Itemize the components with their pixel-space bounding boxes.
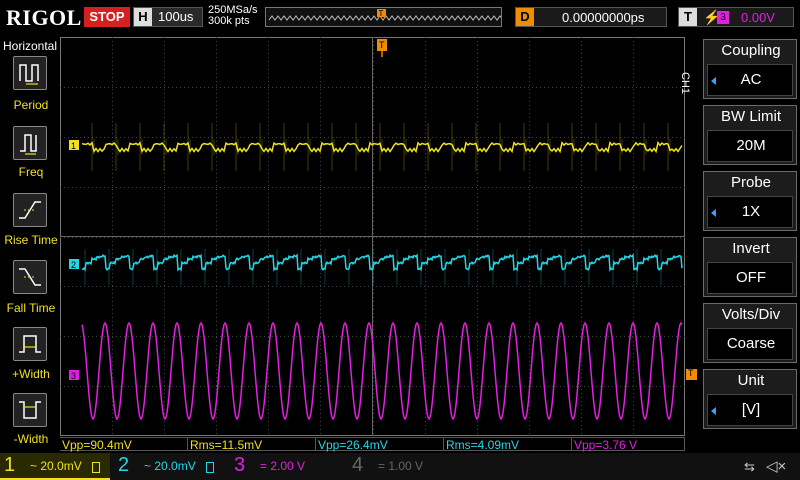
- ch2-status[interactable]: 2 ~ 20.0mV: [114, 453, 224, 480]
- freq-icon: [20, 134, 37, 155]
- ch4-number: 4: [352, 454, 364, 476]
- delay-box[interactable]: D 0.00000000ps: [515, 7, 667, 27]
- pos-width-icon: [19, 335, 41, 353]
- run-stop-indicator[interactable]: STOP: [84, 7, 130, 27]
- timebase-box[interactable]: H 100us: [133, 7, 203, 27]
- freq-label: Freq: [18, 165, 44, 179]
- rise-time-label: Rise Time: [4, 233, 58, 247]
- acquisition-info: 250MSa/s 300k pts: [208, 5, 258, 27]
- timebase-value: 100us: [158, 9, 194, 24]
- rise-time-icon: [19, 201, 41, 219]
- period-button[interactable]: [13, 56, 47, 90]
- ch3-scale: = 2.00 V: [260, 459, 306, 473]
- horizontal-measure-panel: Horizontal Period Freq Rise Time Fall Ti…: [0, 36, 60, 446]
- memory-depth: 300k pts: [208, 15, 250, 27]
- rise-time-button[interactable]: [13, 193, 47, 227]
- ch3-marker-label: 3: [71, 371, 76, 381]
- ch2-number: 2: [118, 454, 130, 476]
- horizontal-badge: H: [134, 8, 152, 26]
- measurement-ch1-vpp[interactable]: Vpp=90.4mV: [60, 437, 188, 452]
- memory-waveform-preview: T: [268, 9, 501, 21]
- neg-width-button[interactable]: [13, 393, 47, 427]
- brand-logo: RIGOL: [6, 5, 82, 30]
- trigger-badge: T: [679, 8, 697, 26]
- delay-value: 0.00000000ps: [562, 10, 645, 25]
- ch3-status[interactable]: 3 = 2.00 V: [230, 453, 340, 480]
- menu-unit[interactable]: Unit [V]: [703, 369, 797, 429]
- ch1-status[interactable]: 1 ~ 20.0mV: [0, 453, 110, 480]
- menu-invert-value: OFF: [736, 269, 766, 286]
- ch1-marker-label: 1: [71, 141, 76, 151]
- menu-unit-value-box: [V]: [707, 394, 793, 426]
- waveforms: [81, 123, 683, 421]
- menu-coupling-value: AC: [740, 71, 762, 88]
- ch1-scale: ~ 20.0mV: [30, 459, 82, 473]
- menu-coupling-title: Coupling: [721, 42, 781, 59]
- fall-time-label: Fall Time: [6, 301, 56, 315]
- pos-width-label: +Width: [12, 367, 50, 381]
- memory-position-strip[interactable]: T: [265, 7, 502, 27]
- menu-probe-value: 1X: [741, 203, 761, 220]
- ch3-number: 3: [234, 454, 246, 476]
- ch2-scale: ~ 20.0mV: [144, 459, 196, 473]
- menu-bw-limit-title: BW Limit: [721, 108, 781, 125]
- ch4-status[interactable]: 4 = 1.00 V: [348, 453, 458, 480]
- sound-muted-icon[interactable]: ◁×: [766, 457, 786, 475]
- trigger-source-badge: 3: [717, 11, 729, 24]
- measurement-ch3-vpp[interactable]: Vpp=3.76 V: [572, 437, 685, 452]
- menu-volts-div-value: Coarse: [726, 335, 776, 352]
- pos-width-button[interactable]: [13, 327, 47, 361]
- waveform-display[interactable]: 1 2 3 T: [60, 37, 685, 436]
- menu-unit-value: [V]: [741, 401, 761, 418]
- trigger-level-value: 0.00V: [741, 10, 775, 25]
- measurement-ch2-rms[interactable]: Rms=4.09mV: [444, 437, 572, 452]
- bw-limit-icon: [206, 462, 214, 473]
- measurement-ch2-vpp[interactable]: Vpp=26.4mV: [316, 437, 444, 452]
- menu-volts-div-title: Volts/Div: [721, 306, 781, 323]
- ch3-waveform: [81, 321, 683, 421]
- menu-volts-div-value-box: Coarse: [707, 328, 793, 360]
- period-icon: [19, 64, 39, 85]
- menu-probe-title: Probe: [730, 174, 772, 191]
- panel-title: Horizontal: [3, 39, 58, 53]
- trigger-box[interactable]: T ⚡ 3 0.00V: [678, 7, 794, 27]
- channel-status-bar: 1 ~ 20.0mV 2 ~ 20.0mV 3 = 2.00 V 4 = 1.0…: [0, 453, 800, 480]
- measurement-ch1-rms[interactable]: Rms=11.5mV: [188, 437, 316, 452]
- menu-bw-limit-value-box: 20M: [707, 130, 793, 162]
- menu-invert[interactable]: Invert OFF: [703, 237, 797, 297]
- top-status-bar: RIGOL STOP H 100us 250MSa/s 300k pts T D…: [0, 0, 800, 36]
- channel-menu: Coupling AC BW Limit 20M Probe 1X Invert…: [689, 37, 800, 436]
- freq-button[interactable]: [13, 126, 47, 160]
- channel-markers: 1 2 3 T: [69, 39, 387, 381]
- menu-volts-div[interactable]: Volts/Div Coarse: [703, 303, 797, 363]
- ch4-scale: = 1.00 V: [378, 459, 424, 473]
- fall-time-icon: [19, 268, 41, 286]
- bw-limit-icon: [92, 462, 100, 473]
- menu-coupling[interactable]: Coupling AC: [703, 39, 797, 99]
- neg-width-icon: [19, 401, 41, 419]
- menu-unit-title: Unit: [737, 372, 765, 389]
- trigger-position-letter: T: [379, 9, 384, 18]
- ch2-waveform: [81, 253, 683, 272]
- ch2-marker-label: 2: [71, 260, 76, 270]
- period-label: Period: [13, 98, 49, 112]
- trigger-time-marker-label: T: [379, 40, 385, 50]
- menu-coupling-value-box: AC: [707, 64, 793, 96]
- measurement-bar: Vpp=90.4mV Rms=11.5mV Vpp=26.4mV Rms=4.0…: [60, 437, 685, 452]
- menu-invert-value-box: OFF: [707, 262, 793, 294]
- fall-time-button[interactable]: [13, 260, 47, 294]
- menu-bw-limit[interactable]: BW Limit 20M: [703, 105, 797, 165]
- ch1-number: 1: [4, 454, 16, 476]
- menu-invert-title: Invert: [732, 240, 770, 257]
- delay-badge: D: [516, 8, 534, 26]
- neg-width-label: -Width: [13, 432, 49, 446]
- usb-icon: ⇆: [744, 459, 755, 474]
- menu-probe[interactable]: Probe 1X: [703, 171, 797, 231]
- menu-bw-limit-value: 20M: [736, 137, 766, 154]
- menu-probe-value-box: 1X: [707, 196, 793, 228]
